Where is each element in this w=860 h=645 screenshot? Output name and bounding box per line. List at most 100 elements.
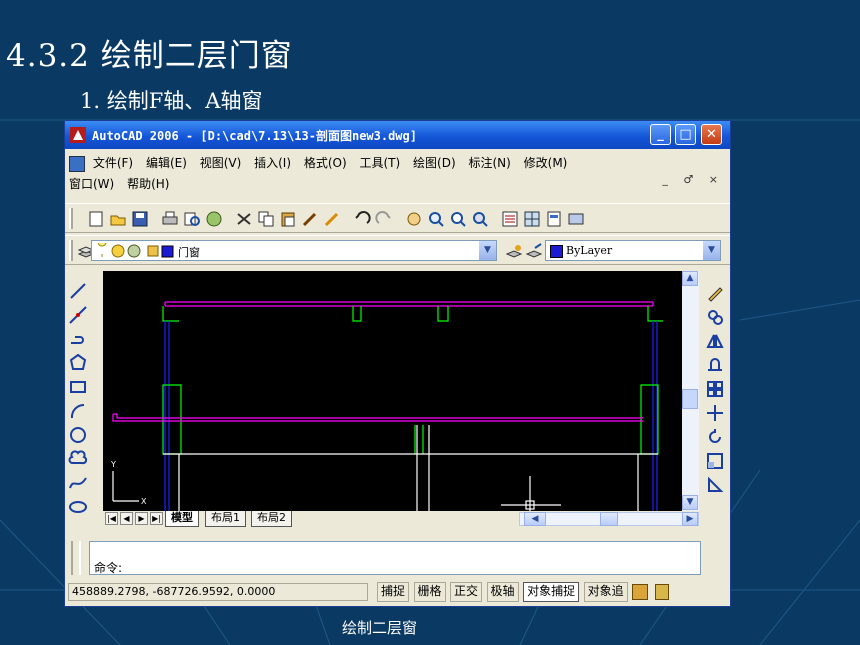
tool-palettes-icon[interactable] <box>545 210 563 228</box>
toggle-grid[interactable]: 栅格 <box>413 582 446 602</box>
vertical-scrollbar[interactable]: ▲ ▼ <box>682 271 699 511</box>
command-line[interactable]: 命令: <box>89 541 701 575</box>
menu-modify[interactable]: 修改(M) <box>524 154 568 171</box>
mirror-icon[interactable] <box>705 331 725 351</box>
array-icon[interactable] <box>705 379 725 399</box>
color-swatch <box>550 245 563 258</box>
toggle-snap[interactable]: 捕捉 <box>377 582 410 602</box>
lock-icon[interactable] <box>654 584 669 600</box>
rotate-icon[interactable] <box>705 427 725 447</box>
chevron-down-icon[interactable]: ▼ <box>479 241 496 260</box>
horizontal-scrollbar[interactable]: ◀ ▶ <box>519 512 699 526</box>
cut-icon[interactable] <box>235 210 253 228</box>
first-tab-icon[interactable]: |◀ <box>105 512 118 525</box>
zoom-realtime-icon[interactable] <box>427 210 445 228</box>
prev-tab-icon[interactable]: ◀ <box>120 512 133 525</box>
menu-tools[interactable]: 工具(T) <box>360 154 401 171</box>
paste-icon[interactable] <box>279 210 297 228</box>
zoom-window-icon[interactable] <box>449 210 467 228</box>
maximize-button[interactable]: □ <box>675 124 696 145</box>
properties-icon[interactable] <box>501 210 519 228</box>
scale-icon[interactable] <box>705 451 725 471</box>
scroll-thumb[interactable] <box>682 389 698 409</box>
drawing-area[interactable]: Y X <box>103 271 682 511</box>
layer-state-icons <box>97 243 174 258</box>
current-layer-name: 门窗 <box>178 246 200 259</box>
menu-help[interactable]: 帮助(H) <box>127 175 169 192</box>
hscroll-thumb[interactable] <box>600 512 618 526</box>
close-button[interactable]: ✕ <box>701 124 722 145</box>
design-center-icon[interactable] <box>523 210 541 228</box>
tab-layout2[interactable]: 布局2 <box>251 511 292 527</box>
command-grip[interactable] <box>71 541 81 575</box>
redo-icon[interactable] <box>375 210 393 228</box>
chevron-left-icon[interactable]: ◀ <box>524 512 546 526</box>
revision-cloud-icon[interactable] <box>68 449 88 469</box>
layer-manager-icon[interactable] <box>77 242 95 260</box>
stretch-icon[interactable] <box>705 475 725 495</box>
document-icon[interactable] <box>69 155 85 172</box>
menu-format[interactable]: 格式(O) <box>304 154 347 171</box>
menu-window[interactable]: 窗口(W) <box>69 175 114 192</box>
menu-row-2: 窗口(W) 帮助(H) <box>69 175 178 192</box>
menu-draw[interactable]: 绘图(D) <box>413 154 456 171</box>
sheet-set-icon[interactable] <box>567 210 585 228</box>
menu-view[interactable]: 视图(V) <box>200 154 242 171</box>
next-tab-icon[interactable]: ▶ <box>135 512 148 525</box>
last-tab-icon[interactable]: ▶| <box>150 512 163 525</box>
tab-model[interactable]: 模型 <box>165 511 199 527</box>
toolbar-grip[interactable] <box>69 208 73 229</box>
plot-preview-icon[interactable] <box>183 210 201 228</box>
rectangle-icon[interactable] <box>68 377 88 397</box>
menu-bar: 文件(F) 编辑(E) 视图(V) 插入(I) 格式(O) 工具(T) 绘图(D… <box>65 151 730 191</box>
menu-edit[interactable]: 编辑(E) <box>146 154 187 171</box>
move-icon[interactable] <box>705 403 725 423</box>
block-editor-icon[interactable] <box>323 210 341 228</box>
make-layer-current-icon[interactable] <box>505 242 523 260</box>
layer-previous-icon[interactable] <box>525 242 543 260</box>
chevron-down-icon[interactable]: ▼ <box>682 495 698 510</box>
toggle-polar[interactable]: 极轴 <box>486 582 519 602</box>
menu-insert[interactable]: 插入(I) <box>254 154 291 171</box>
status-bar: 458889.2798, -687726.9592, 0.0000 捕捉 栅格 … <box>65 580 730 604</box>
line-icon[interactable] <box>68 281 88 301</box>
undo-icon[interactable] <box>353 210 371 228</box>
copy-icon[interactable] <box>257 210 275 228</box>
chevron-right-icon[interactable]: ▶ <box>682 512 698 526</box>
coordinate-readout[interactable]: 458889.2798, -687726.9592, 0.0000 <box>68 583 368 601</box>
zoom-previous-icon[interactable] <box>471 210 489 228</box>
toggle-osnap[interactable]: 对象捕捉 <box>523 582 580 602</box>
communication-center-icon[interactable] <box>632 584 649 600</box>
erase-icon[interactable] <box>705 283 725 303</box>
toggle-ortho[interactable]: 正交 <box>450 582 483 602</box>
toolbar-grip-2[interactable] <box>69 240 73 261</box>
arc-icon[interactable] <box>68 401 88 421</box>
match-properties-icon[interactable] <box>301 210 319 228</box>
publish-icon[interactable] <box>205 210 223 228</box>
polygon-icon[interactable] <box>68 353 88 373</box>
layer-dropdown[interactable]: 门窗 ▼ <box>91 240 497 261</box>
print-icon[interactable] <box>161 210 179 228</box>
ellipse-icon[interactable] <box>68 497 88 517</box>
menu-file[interactable]: 文件(F) <box>93 154 133 171</box>
circle-icon[interactable] <box>68 425 88 445</box>
toggle-otrack[interactable]: 对象追 <box>583 582 628 602</box>
mdi-window-controls[interactable]: _ ♂ × <box>662 173 724 186</box>
chevron-up-icon[interactable]: ▲ <box>682 271 698 286</box>
color-dropdown[interactable]: ByLayer ▼ <box>545 240 721 261</box>
copy-object-icon[interactable] <box>705 307 725 327</box>
chevron-down-icon[interactable]: ▼ <box>703 241 720 260</box>
polyline-icon[interactable] <box>68 329 88 349</box>
offset-icon[interactable] <box>705 355 725 375</box>
save-icon[interactable] <box>131 210 149 228</box>
new-icon[interactable] <box>87 210 105 228</box>
slide-subtitle: 1. 绘制F轴、A轴窗 <box>80 89 263 113</box>
title-bar[interactable]: AutoCAD 2006 - [D:\cad\7.13\13-剖面图new3.d… <box>65 121 730 149</box>
menu-dimension[interactable]: 标注(N) <box>468 154 510 171</box>
open-icon[interactable] <box>109 210 127 228</box>
minimize-button[interactable]: _ <box>650 124 671 145</box>
spline-icon[interactable] <box>68 473 88 493</box>
tab-layout1[interactable]: 布局1 <box>205 511 246 527</box>
construction-line-icon[interactable] <box>68 305 88 325</box>
pan-icon[interactable] <box>405 210 423 228</box>
